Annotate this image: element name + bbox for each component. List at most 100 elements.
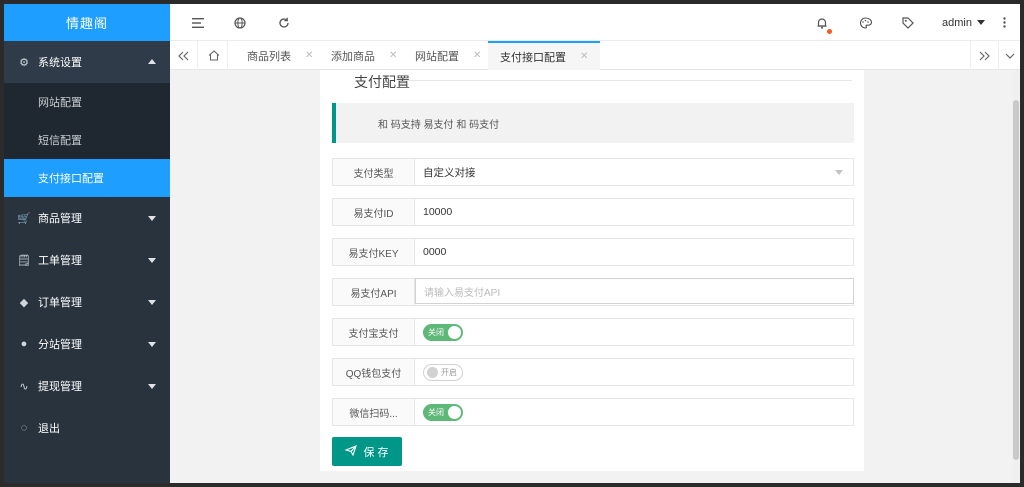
tab-scroll-right-icon[interactable] — [970, 41, 998, 70]
sidebar-item-label: 提现管理 — [38, 381, 82, 393]
pulse-icon: ∿ — [19, 380, 29, 393]
notification-dot — [827, 28, 832, 34]
menu-toggle-icon[interactable] — [186, 4, 210, 41]
tab-label: 添加商品 — [331, 50, 375, 63]
tag-icon[interactable] — [896, 4, 920, 41]
alipay-toggle[interactable]: 关闭 — [423, 323, 463, 341]
form-row-epay-key: 易支付KEY 0000 — [332, 238, 854, 266]
tab-bar: 商品列表 ✕ 添加商品 ✕ 网站配置 ✕ 支付接口配置 ✕ — [170, 41, 1020, 70]
sidebar-item-substations[interactable]: ● 分站管理 — [4, 323, 170, 365]
sidebar-item-tickets[interactable]: 🗒 工单管理 — [4, 239, 170, 281]
ticket-icon: 🗒 — [17, 254, 31, 267]
globe-icon: ● — [20, 338, 28, 350]
chevron-down-icon — [148, 258, 156, 263]
wxpay-toggle[interactable]: 关闭 — [423, 403, 463, 421]
sidebar-subitem-sms-config[interactable]: 短信配置 — [4, 121, 170, 159]
sidebar-subitem-site-config[interactable]: 网站配置 — [4, 83, 170, 121]
sidebar-item-products[interactable]: 🛒 商品管理 — [4, 197, 170, 239]
switch-text: 开启 — [441, 367, 457, 377]
chevron-up-icon — [148, 59, 156, 64]
chevron-down-icon — [148, 300, 156, 305]
qqpay-switch-cell: 开启 — [415, 359, 853, 385]
tab-payment-config[interactable]: 支付接口配置 ✕ — [488, 41, 601, 70]
switch-text: 关闭 — [428, 407, 444, 417]
tab-label: 商品列表 — [247, 50, 291, 63]
close-icon[interactable]: ✕ — [389, 50, 397, 61]
switch-text: 关闭 — [428, 327, 444, 337]
theme-icon[interactable] — [853, 4, 877, 41]
chevron-down-icon — [148, 342, 156, 347]
sidebar-submenu: 网站配置 短信配置 支付接口配置 — [4, 83, 170, 197]
form-row-alipay: 支付宝支付 关闭 — [332, 318, 854, 346]
form-row-epay-id: 易支付ID 10000 — [332, 198, 854, 226]
tab-options-chevron-down-icon[interactable] — [998, 41, 1020, 70]
notice-bar: 和 码支持 易支付 和 码支付 — [332, 103, 854, 143]
switch-knob — [448, 325, 461, 339]
card-title: 支付配置 — [354, 74, 410, 90]
payment-config-card: 支付配置 和 码支持 易支付 和 码支付 支付类型 自定义对接 易支付ID 10… — [320, 70, 864, 471]
bell-icon[interactable] — [810, 4, 834, 41]
form-row-qqpay: QQ钱包支付 开启 — [332, 358, 854, 386]
form-row-epay-api: 易支付API 请输入易支付API — [332, 278, 854, 306]
tab-label: 支付接口配置 — [500, 51, 566, 64]
wxpay-switch-cell: 关闭 — [415, 399, 853, 425]
switch-knob — [448, 405, 461, 419]
qqpay-toggle[interactable]: 开启 — [423, 363, 463, 381]
sidebar: 情趣阁 ⚙ 系统设置 网站配置 短信配置 支付接口配置 🛒 商品管理 🗒 工单管… — [4, 4, 170, 483]
field-label: 支付类型 — [333, 159, 415, 185]
form-row-wxpay: 微信扫码... 关闭 — [332, 398, 854, 426]
epay-api-input[interactable]: 请输入易支付API — [415, 278, 854, 304]
field-label: 易支付KEY — [333, 239, 415, 265]
close-icon[interactable]: ✕ — [580, 51, 588, 62]
close-icon[interactable]: ✕ — [305, 50, 313, 61]
epay-key-input[interactable]: 0000 — [415, 239, 853, 265]
sidebar-subitem-payment-config[interactable]: 支付接口配置 — [4, 159, 170, 197]
caret-down-icon — [835, 170, 843, 175]
form-row-pay-type: 支付类型 自定义对接 — [332, 158, 854, 186]
field-label: QQ钱包支付 — [333, 359, 415, 385]
user-menu[interactable]: admin — [942, 4, 985, 41]
sidebar-item-withdrawals[interactable]: ∿ 提现管理 — [4, 365, 170, 407]
input-placeholder: 请输入易支付API — [424, 287, 501, 299]
tab-product-list[interactable]: 商品列表 ✕ — [247, 41, 313, 70]
tab-site-config[interactable]: 网站配置 ✕ — [415, 41, 481, 70]
save-label: 保 存 — [363, 446, 389, 459]
cart-icon: 🛒 — [17, 212, 31, 225]
tab-scroll-left-icon[interactable] — [170, 41, 198, 70]
sidebar-logo: 情趣阁 — [4, 4, 170, 41]
caret-down-icon — [976, 20, 985, 25]
field-label: 微信扫码... — [333, 399, 415, 425]
close-icon[interactable]: ✕ — [473, 50, 481, 61]
scrollbar-thumb[interactable] — [1013, 100, 1019, 460]
save-button[interactable]: 保 存 — [332, 437, 402, 466]
epay-id-input[interactable]: 10000 — [415, 199, 853, 225]
tab-label: 网站配置 — [415, 50, 459, 63]
scrollbar-track[interactable] — [1012, 70, 1020, 483]
more-vertical-icon[interactable] — [996, 4, 1012, 41]
home-icon[interactable] — [200, 41, 228, 70]
sidebar-item-label: 订单管理 — [38, 297, 82, 309]
gear-icon: ⚙ — [19, 56, 29, 69]
sidebar-item-label: 商品管理 — [38, 213, 82, 225]
refresh-icon[interactable] — [272, 4, 296, 41]
field-label: 支付宝支付 — [333, 319, 415, 345]
sidebar-item-label: 退出 — [38, 423, 60, 435]
chevron-down-icon — [148, 216, 156, 221]
sidebar-item-orders[interactable]: ◆ 订单管理 — [4, 281, 170, 323]
switch-knob — [427, 366, 438, 378]
alipay-switch-cell: 关闭 — [415, 319, 853, 345]
pay-type-select[interactable]: 自定义对接 — [415, 159, 853, 185]
chevron-down-icon — [148, 384, 156, 389]
globe-icon[interactable] — [228, 4, 252, 41]
sidebar-item-system-settings[interactable]: ⚙ 系统设置 — [4, 41, 170, 83]
sidebar-item-label: 工单管理 — [38, 255, 82, 267]
tab-add-product[interactable]: 添加商品 ✕ — [331, 41, 397, 70]
field-label: 易支付API — [333, 279, 415, 305]
sidebar-item-label: 分站管理 — [38, 339, 82, 351]
user-name: admin — [942, 16, 972, 29]
sidebar-item-logout[interactable]: ◌ 退出 — [4, 407, 170, 449]
content-area: 支付配置 和 码支持 易支付 和 码支付 支付类型 自定义对接 易支付ID 10… — [170, 70, 1020, 483]
title-divider — [404, 80, 852, 81]
top-header: admin — [170, 4, 1020, 41]
box-icon: ◆ — [19, 296, 29, 309]
